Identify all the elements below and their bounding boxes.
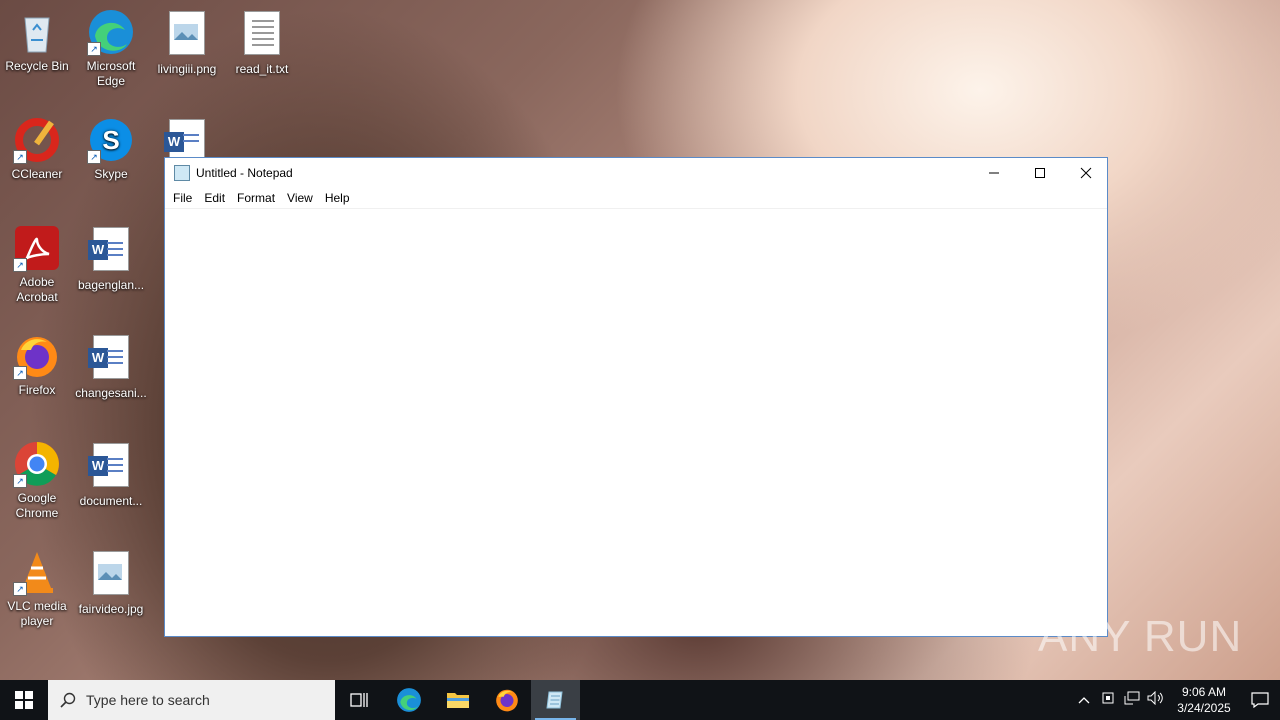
shortcut-arrow-icon: ↗ xyxy=(87,150,101,164)
svg-text:S: S xyxy=(102,125,119,155)
notification-icon xyxy=(1251,692,1269,708)
menu-format[interactable]: Format xyxy=(231,191,281,205)
shortcut-arrow-icon: ↗ xyxy=(13,366,27,380)
desktop-icon-label: read_it.txt xyxy=(235,62,289,76)
text-editor[interactable] xyxy=(165,209,1107,636)
chrome-icon: ↗ xyxy=(13,440,61,488)
search-icon xyxy=(60,692,76,708)
desktop-icon-label: Firefox xyxy=(18,383,56,397)
desktop-icon-label: bagenglan... xyxy=(77,278,145,292)
maximize-icon xyxy=(1035,168,1045,178)
desktop-icon-read-it[interactable]: read_it.txt xyxy=(224,8,300,77)
action-center-button[interactable] xyxy=(1240,692,1280,708)
desktop-icon-label: Adobe Acrobat xyxy=(16,275,58,304)
acrobat-icon: ↗ xyxy=(13,224,61,272)
desktop-icon-adobe-acrobat[interactable]: ↗ Adobe Acrobat xyxy=(0,224,75,305)
desktop-icon-label: Skype xyxy=(94,167,128,181)
clock-date: 3/24/2025 xyxy=(1177,701,1231,715)
minimize-button[interactable] xyxy=(971,158,1017,188)
menu-view[interactable]: View xyxy=(281,191,319,205)
desktop-icon-label: livingiii.png xyxy=(157,62,217,76)
task-view-button[interactable] xyxy=(335,680,384,720)
desktop-icon-livingiii[interactable]: livingiii.png xyxy=(149,8,225,77)
desktop-icon-bagenglan[interactable]: W bagenglan... xyxy=(73,224,149,293)
tray-device-button[interactable] xyxy=(1096,691,1120,709)
desktop-icon-label: VLC media player xyxy=(7,599,67,628)
desktop-icon-label: changesani... xyxy=(75,386,147,400)
taskbar-edge-button[interactable] xyxy=(384,680,433,720)
edge-icon xyxy=(396,688,421,712)
shortcut-arrow-icon: ↗ xyxy=(87,42,101,56)
clock-time: 9:06 AM xyxy=(1181,685,1227,699)
recycle-bin-icon xyxy=(13,8,61,56)
window-title: Untitled - Notepad xyxy=(196,166,293,180)
menu-help[interactable]: Help xyxy=(319,191,356,205)
menu-edit[interactable]: Edit xyxy=(198,191,231,205)
desktop-icon-vlc[interactable]: ↗ VLC media player xyxy=(0,548,75,629)
firefox-icon: ↗ xyxy=(13,332,61,380)
word-doc-icon: W xyxy=(87,443,135,491)
chevron-up-icon xyxy=(1078,696,1090,703)
desktop-icon-label: fairvideo.jpg xyxy=(78,602,144,616)
windows-logo-icon xyxy=(15,691,33,709)
taskbar: Type here to search 9:06 AM 3/24/2025 xyxy=(0,680,1280,720)
taskbar-search-box[interactable]: Type here to search xyxy=(48,680,335,720)
minimize-icon xyxy=(989,172,999,174)
network-button[interactable] xyxy=(1120,691,1144,709)
notepad-window[interactable]: Untitled - Notepad File Edit Format View… xyxy=(164,157,1108,637)
close-icon xyxy=(1080,167,1092,179)
desktop-icon-changesani[interactable]: W changesani... xyxy=(73,332,149,401)
desktop-icon-document[interactable]: W document... xyxy=(73,440,149,509)
desktop-icon-label: Google Chrome xyxy=(15,491,59,520)
maximize-button[interactable] xyxy=(1017,158,1063,188)
search-placeholder: Type here to search xyxy=(86,692,210,708)
menu-bar: File Edit Format View Help xyxy=(165,188,1107,209)
device-icon xyxy=(1102,692,1114,704)
close-button[interactable] xyxy=(1063,158,1109,188)
image-file-icon xyxy=(163,11,211,59)
shortcut-arrow-icon: ↗ xyxy=(13,474,27,488)
desktop-icon-google-chrome[interactable]: ↗ Google Chrome xyxy=(0,440,75,521)
show-hidden-icons-button[interactable] xyxy=(1072,693,1096,708)
volume-button[interactable] xyxy=(1144,690,1168,709)
start-button[interactable] xyxy=(0,680,48,720)
file-explorer-icon xyxy=(446,693,469,708)
firefox-icon xyxy=(495,689,518,712)
speaker-icon xyxy=(1147,690,1163,706)
task-view-icon xyxy=(349,693,368,707)
word-doc-icon: W xyxy=(87,227,135,275)
taskbar-file-explorer-button[interactable] xyxy=(433,680,482,720)
system-tray: 9:06 AM 3/24/2025 xyxy=(1072,680,1280,720)
ccleaner-icon: ↗ xyxy=(13,116,61,164)
title-bar[interactable]: Untitled - Notepad xyxy=(165,158,1107,188)
desktop-icon-ccleaner[interactable]: ↗ CCleaner xyxy=(0,116,75,182)
edge-icon: ↗ xyxy=(87,8,135,56)
image-file-icon xyxy=(87,551,135,599)
desktop-icon-label: Microsoft Edge xyxy=(86,59,136,88)
anyrun-watermark: ANY RUN xyxy=(1038,612,1243,661)
menu-file[interactable]: File xyxy=(167,191,198,205)
taskbar-notepad-button[interactable] xyxy=(531,680,580,720)
word-doc-icon: W xyxy=(87,335,135,383)
desktop-icon-skype[interactable]: S ↗ Skype xyxy=(73,116,149,182)
text-file-icon xyxy=(238,11,286,59)
shortcut-arrow-icon: ↗ xyxy=(13,150,27,164)
desktop-icon-microsoft-edge[interactable]: ↗ Microsoft Edge xyxy=(73,8,149,89)
shortcut-arrow-icon: ↗ xyxy=(13,258,27,272)
vlc-icon: ↗ xyxy=(13,548,61,596)
desktop-icon-fairvideo[interactable]: fairvideo.jpg xyxy=(73,548,149,617)
desktop-icon-label: Recycle Bin xyxy=(5,59,69,73)
shortcut-arrow-icon: ↗ xyxy=(13,582,27,596)
network-icon xyxy=(1124,691,1140,705)
taskbar-firefox-button[interactable] xyxy=(482,680,531,720)
desktop-icon-label: document... xyxy=(79,494,143,508)
notepad-icon xyxy=(174,165,190,181)
clock[interactable]: 9:06 AM 3/24/2025 xyxy=(1168,684,1240,716)
desktop-icon-firefox[interactable]: ↗ Firefox xyxy=(0,332,75,398)
skype-icon: S ↗ xyxy=(87,116,135,164)
notepad-icon xyxy=(545,691,563,709)
desktop-icon-recycle-bin[interactable]: Recycle Bin xyxy=(0,8,75,74)
desktop-icon-label: CCleaner xyxy=(11,167,63,181)
